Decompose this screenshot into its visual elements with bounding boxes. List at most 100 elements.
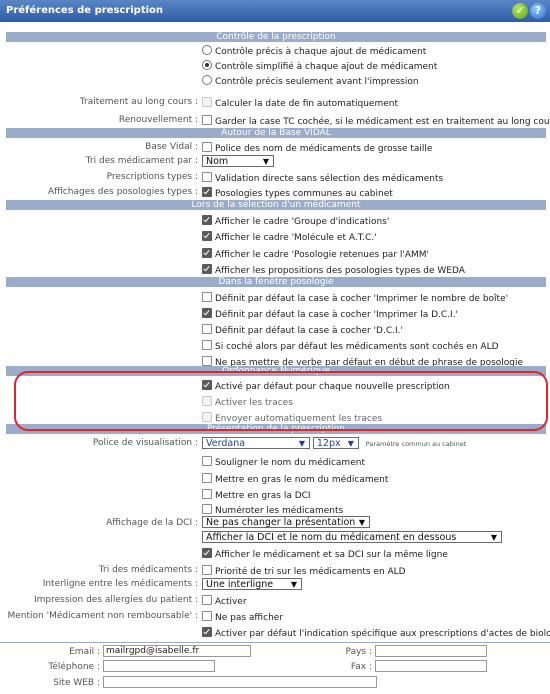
section-divider <box>0 642 550 643</box>
checkbox[interactable] <box>202 172 212 182</box>
row-interligne: Interligne entre les médicaments : Une i… <box>0 578 550 592</box>
row-traitement-long-cours: Traitement au long cours : Calculer la d… <box>0 96 550 110</box>
radio-button[interactable] <box>202 60 212 70</box>
renouvellement-label: Renouvellement : <box>118 115 198 125</box>
window-title: Préférences de prescription <box>6 5 164 16</box>
checkbox[interactable] <box>202 142 212 152</box>
email-field[interactable]: mailrgpd@isabelle.fr <box>103 645 251 657</box>
tri-medicaments-label: Tri des médicaments : <box>98 565 198 575</box>
dci-select-2[interactable]: Afficher la DCI et le nom du médicament … <box>202 531 502 543</box>
row-affichage-dci: Affichage de la DCI : Ne pas changer la … <box>0 516 550 530</box>
checkbox[interactable] <box>202 489 212 499</box>
dci-label: Affichage de la DCI : <box>106 518 198 528</box>
checkbox[interactable] <box>202 187 212 197</box>
row-affichages-posologies: Affichages des posologies types : Posolo… <box>47 187 393 199</box>
allergies-label: Impression des allergies du patient : <box>33 595 198 605</box>
dci-select-1[interactable]: Ne pas changer la présentation ▼ <box>202 516 370 528</box>
section-header-base-vidal: Autour de la Base VIDAL <box>6 128 546 138</box>
checkbox[interactable] <box>202 548 212 558</box>
affichages-label: Affichages des posologies types : <box>47 187 198 197</box>
site-web-field[interactable] <box>103 676 377 688</box>
checkbox[interactable] <box>202 97 212 107</box>
chevron-down-icon: ▼ <box>262 157 269 166</box>
row-tri-medicaments: Tri des médicaments : Priorité de tri su… <box>98 565 406 577</box>
email-label: Email : <box>69 647 100 657</box>
presentation-option[interactable]: Numéroter les médicaments <box>0 503 550 517</box>
section-header-selection: Lors de la sélection d'un médicament <box>6 200 546 210</box>
prescriptions-label: Prescriptions types : <box>106 172 198 182</box>
selection-option[interactable]: Afficher le cadre 'Groupe d'indications' <box>0 214 550 228</box>
checkbox[interactable] <box>202 611 212 621</box>
traitement-checkbox-label: Calculer la date de fin automatiquement <box>215 99 398 109</box>
size-select[interactable]: 12px ▼ <box>312 437 359 449</box>
posologie-option[interactable]: Définit par défaut la case à cocher 'Imp… <box>0 291 550 305</box>
fax-label: Fax : <box>350 662 372 672</box>
radio-controle-simplifie[interactable]: Contrôle simplifié à chaque ajout de méd… <box>0 59 550 73</box>
chevron-down-icon: ▼ <box>490 533 497 542</box>
posologie-option[interactable]: Définit par défaut la case à cocher 'D.C… <box>0 323 550 337</box>
checkbox[interactable] <box>202 292 212 302</box>
posologie-option[interactable]: Si coché alors par défaut les médicament… <box>0 339 550 353</box>
mention-label: Mention 'Médicament non remboursable' : <box>7 611 199 621</box>
validate-check-icon[interactable]: ✓ <box>512 3 528 19</box>
pays-label: Pays : <box>345 647 372 657</box>
checkbox[interactable] <box>202 595 212 605</box>
window-title-bar: Préférences de prescription ✓ ? <box>0 0 550 22</box>
police-note: Paramètre commun au cabinet <box>365 439 467 448</box>
chevron-down-icon: ▼ <box>290 580 297 589</box>
pays-field[interactable] <box>375 645 487 657</box>
radio-controle-precis[interactable]: Contrôle précis à chaque ajout de médica… <box>0 44 550 58</box>
section-header-fenetre: Dans la fenêtre posologie <box>6 277 546 287</box>
checkbox[interactable] <box>202 340 212 350</box>
checkbox[interactable] <box>202 248 212 258</box>
row-police: Police de visualisation : Verdana ▼ 12px ▼… <box>0 437 550 451</box>
section-header-controle: Contrôle de la prescription <box>6 32 546 42</box>
selection-option[interactable]: Afficher le cadre 'Posologie retenues pa… <box>0 247 550 261</box>
radio-button[interactable] <box>202 75 212 85</box>
selection-option[interactable]: Afficher les propositions des posologies… <box>0 263 550 277</box>
chevron-down-icon: ▼ <box>298 439 305 448</box>
tri-label: Tri des médicament par : <box>85 156 198 166</box>
checkbox[interactable] <box>202 565 212 575</box>
interligne-select[interactable]: Une interligne ▼ <box>202 578 302 590</box>
checkbox[interactable] <box>202 504 212 514</box>
font-select[interactable]: Verdana ▼ <box>202 437 310 449</box>
fax-field[interactable] <box>375 660 487 672</box>
posologie-option[interactable]: Définit par défaut la case à cocher 'Imp… <box>0 307 550 321</box>
interligne-label: Interligne entre les médicaments : <box>42 579 198 589</box>
checkbox[interactable] <box>202 264 212 274</box>
checkbox[interactable] <box>202 308 212 318</box>
telephone-field[interactable] <box>103 660 215 672</box>
actes-biologie-option[interactable]: Activer par défaut l'indication spécifiq… <box>0 626 550 640</box>
presentation-option[interactable]: Souligner le nom du médicament <box>0 455 550 469</box>
selection-option[interactable]: Afficher le cadre 'Molécule et A.T.C.' <box>0 230 550 244</box>
tri-select[interactable]: Nom ▼ <box>202 155 274 167</box>
row-allergies: Impression des allergies du patient : Ac… <box>33 595 247 607</box>
chevron-down-icon: ▼ <box>347 439 354 448</box>
checkbox[interactable] <box>202 115 212 125</box>
row-prescriptions-types: Prescriptions types : Validation directe… <box>106 172 444 184</box>
checkbox[interactable] <box>202 473 212 483</box>
checkbox[interactable] <box>202 231 212 241</box>
presentation-option[interactable]: Mettre en gras la DCI <box>0 488 550 502</box>
police-label: Police de visualisation : <box>92 438 198 448</box>
checkbox[interactable] <box>202 627 212 637</box>
checkbox[interactable] <box>202 356 212 366</box>
row-tri-medicament: Tri des médicament par : Nom ▼ <box>0 155 550 169</box>
row-renouvellement: Renouvellement : Garder la case TC coché… <box>0 114 550 128</box>
checkbox[interactable] <box>202 324 212 334</box>
radio-controle-impression[interactable]: Contrôle précis seulement avant l'impres… <box>0 74 550 88</box>
dci-same-line-option[interactable]: Afficher le médicament et sa DCI sur la … <box>0 547 550 561</box>
checkbox[interactable] <box>202 456 212 466</box>
traitement-label: Traitement au long cours : <box>79 97 198 107</box>
presentation-option[interactable]: Mettre en gras le nom du médicament <box>0 472 550 486</box>
red-highlight-annotation <box>14 371 548 431</box>
row-affichage-dci-2: Afficher la DCI et le nom du médicament … <box>0 531 550 545</box>
checkbox[interactable] <box>202 215 212 225</box>
radio-button[interactable] <box>202 45 212 55</box>
help-icon[interactable]: ? <box>530 3 546 19</box>
base-vidal-label: Base Vidal : <box>145 142 198 152</box>
telephone-label: Téléphone : <box>48 662 100 672</box>
row-base-vidal: Base Vidal : Police des nom de médicamen… <box>145 142 433 154</box>
renouvellement-checkbox-label: Garder la case TC cochée, si le médicame… <box>215 117 550 127</box>
